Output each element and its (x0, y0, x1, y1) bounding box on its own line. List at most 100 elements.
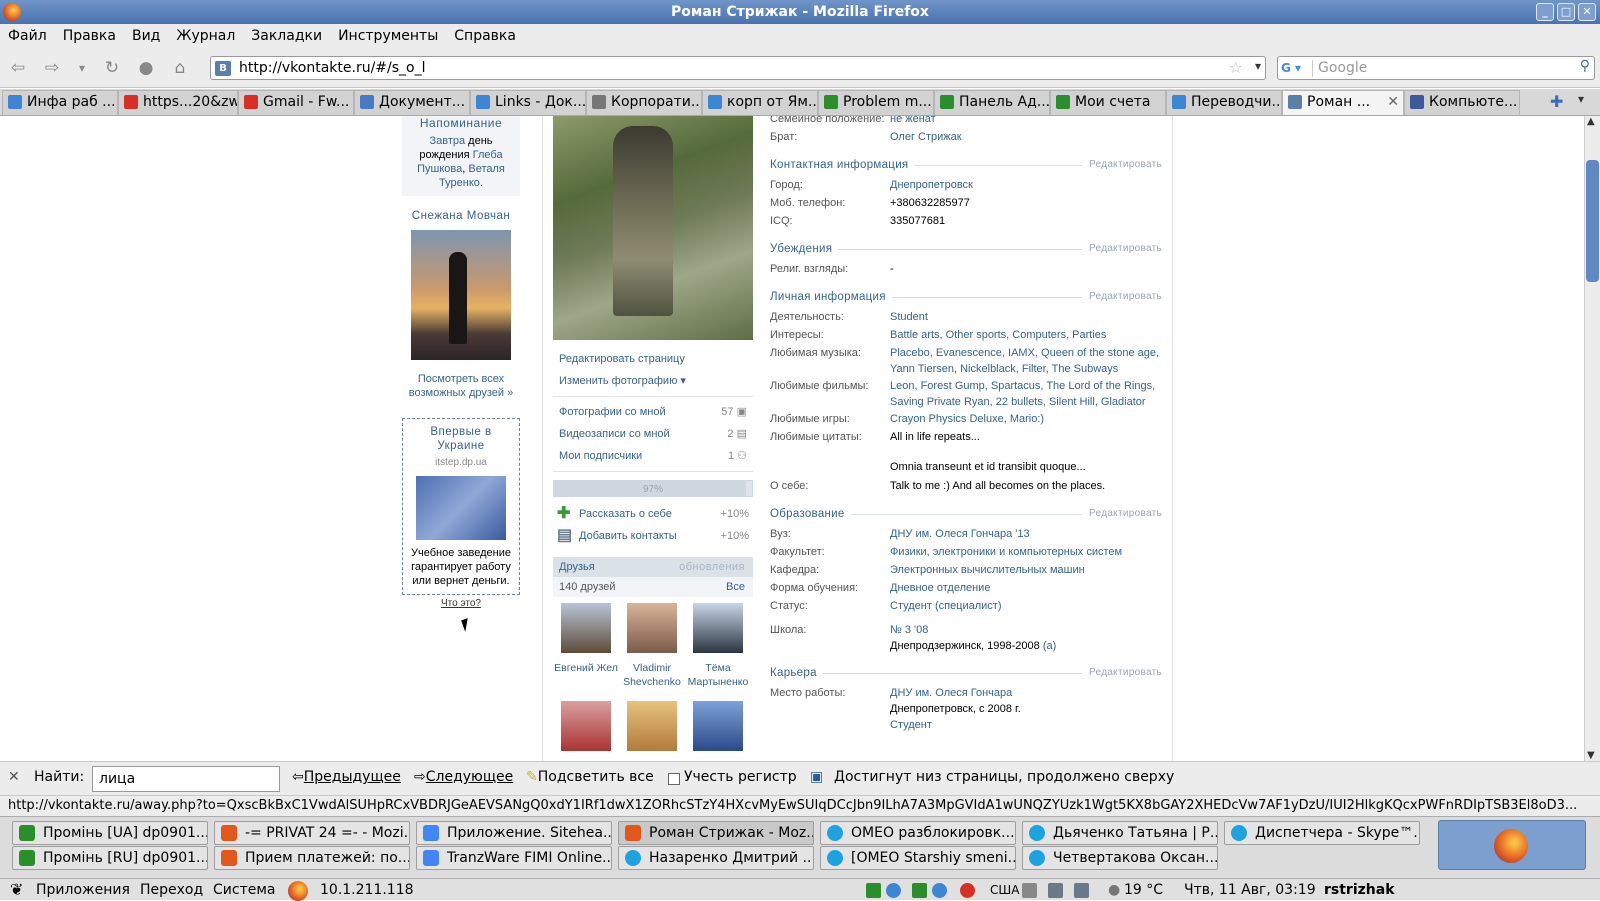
workplace-link[interactable]: ДНУ им. Олеся Гончара (890, 685, 1162, 701)
volume-icon[interactable] (1022, 883, 1037, 898)
terminal-tray-icon[interactable] (912, 883, 927, 898)
taskbar-item[interactable]: [OMEO Starshiy smeni... (820, 846, 1016, 870)
temperature[interactable]: 19 °C (1124, 879, 1163, 901)
study-status-link[interactable]: Студент (специалист) (890, 597, 1162, 614)
tab[interactable]: https...20&zw (118, 90, 238, 115)
friend-avatar[interactable] (627, 603, 677, 653)
tab[interactable]: Корпорати... (586, 90, 702, 115)
find-previous-button[interactable]: ⇦Предыдущее (292, 769, 401, 785)
menu-help[interactable]: Справка (446, 24, 524, 48)
keyboard-layout[interactable]: США (990, 879, 1019, 901)
faculty-link[interactable]: Физики, электроники и компьютерных систе… (890, 543, 1162, 560)
firefox-launcher[interactable] (1438, 820, 1586, 870)
user-name[interactable]: rstrizhak (1324, 879, 1395, 901)
change-photo-link[interactable]: Изменить фотографию ▾ (553, 370, 753, 392)
taskbar-item-active[interactable]: Роман Стрижак - Moz... (618, 821, 814, 845)
battery-icon[interactable] (1074, 883, 1089, 898)
network-tray-icon[interactable] (932, 883, 947, 898)
profile-photo[interactable] (553, 116, 753, 340)
tab-active[interactable]: Роман ... ✕ (1282, 90, 1404, 115)
taskbar-item[interactable]: Промінь [RU] dp0901... (12, 846, 208, 870)
scroll-down-icon[interactable]: ▼ (1587, 750, 1595, 761)
taskbar-item[interactable]: OMEO разблокировк... (820, 821, 1016, 845)
edit-career-link[interactable]: Редактировать (1083, 662, 1162, 684)
activity-link[interactable]: Student (890, 308, 1162, 325)
scrollbar-thumb[interactable] (1586, 160, 1599, 282)
position-link[interactable]: Студент (890, 717, 1162, 733)
tab[interactable]: Компьюте... (1404, 90, 1520, 115)
system-menu[interactable]: Система (213, 879, 275, 901)
tab[interactable]: Панель Ад... (934, 90, 1050, 115)
friend-avatar[interactable] (627, 701, 677, 751)
menu-edit[interactable]: Правка (55, 24, 124, 48)
home-icon[interactable]: ⌂ (168, 57, 192, 79)
brother-link[interactable]: Олег Стрижак (890, 128, 1162, 145)
gnome-foot-icon[interactable]: ❦ (10, 879, 23, 901)
city-link[interactable]: Днепропетровск (890, 176, 1162, 193)
menu-view[interactable]: Вид (124, 24, 168, 48)
friend-name[interactable]: Vladimir Shevchenko (619, 661, 685, 689)
network-tray-icon[interactable] (886, 883, 901, 898)
back-icon[interactable]: ⇦ (6, 57, 30, 79)
family-status-value[interactable]: не женат (890, 116, 1162, 127)
music-links[interactable]: Placebo, Evanescence, IAMX, Queen of the… (890, 344, 1162, 377)
taskbar-item[interactable]: TranzWare FIMI Online... (416, 846, 612, 870)
see-all-friends-link[interactable]: Посмотреть всех возможных друзей » (402, 372, 520, 400)
match-case-label[interactable]: Учесть регистр (684, 769, 797, 785)
school-link[interactable]: № 3 '08 (890, 622, 1162, 638)
search-placeholder[interactable]: Google (1318, 60, 1367, 76)
url-bar[interactable]: B http://vkontakte.ru/#/s_o_l ☆ ▾ (210, 56, 1266, 80)
films-links[interactable]: Leon, Forest Gump, Spartacus, The Lord o… (890, 377, 1162, 410)
suggested-friend-name[interactable]: Снежана Мовчан (402, 210, 520, 222)
terminal-tray-icon[interactable] (866, 883, 881, 898)
match-case-checkbox[interactable] (668, 773, 680, 785)
page-scrollbar[interactable]: ▲ ▼ (1584, 116, 1600, 761)
search-bar[interactable]: G ▾ Google ⚲ (1277, 56, 1595, 80)
taskbar-item[interactable]: Назаренко Дмитрий ... (618, 846, 814, 870)
tab[interactable]: Problem m... (818, 90, 934, 115)
school-class-link[interactable]: (a) (1043, 640, 1056, 652)
friend-card[interactable] (685, 701, 751, 759)
edit-personal-link[interactable]: Редактировать (1083, 286, 1162, 308)
ad-title[interactable]: Впервые в Украине (409, 425, 513, 453)
games-links[interactable]: Crayon Physics Deluxe, Mario:) (890, 410, 1162, 427)
friend-avatar[interactable] (693, 603, 743, 653)
scroll-up-icon[interactable]: ▲ (1587, 116, 1595, 127)
tab[interactable]: Инфа раб ... (2, 90, 118, 115)
friends-all-link[interactable]: Все (726, 577, 745, 597)
photos-with-me-link[interactable]: Фотографии со мной 57 ▣ (553, 401, 753, 423)
maximize-button[interactable]: □ (1557, 3, 1575, 21)
edit-page-link[interactable]: Редактировать страницу (553, 348, 753, 370)
history-dropdown-icon[interactable]: ▾ (70, 57, 94, 79)
tell-about-yourself-link[interactable]: ✚ Рассказать о себе +10% (553, 503, 753, 525)
applications-menu[interactable]: Приложения (36, 879, 130, 901)
stop-icon[interactable]: ● (134, 57, 158, 79)
taskbar-item[interactable]: -= PRIVAT 24 =- - Mozi... (214, 821, 410, 845)
friend-card[interactable]: Евгений Жел (553, 603, 619, 689)
friend-avatar[interactable] (561, 701, 611, 751)
friend-card[interactable]: Тёма Мартыненко (685, 603, 751, 689)
friend-name[interactable]: Тёма Мартыненко (685, 661, 751, 689)
url-dropdown-icon[interactable]: ▾ (1255, 59, 1261, 73)
forward-icon[interactable]: ⇨ (40, 57, 64, 79)
edit-beliefs-link[interactable]: Редактировать (1083, 238, 1162, 260)
notification-tray-icon[interactable] (960, 883, 975, 898)
friend-card[interactable] (619, 701, 685, 759)
clock[interactable]: Чтв, 11 Авг, 03:19 (1184, 879, 1316, 901)
university-link[interactable]: ДНУ им. Олеся Гончара '13 (890, 525, 1162, 542)
taskbar-item[interactable]: Приложение. Siteheа... (416, 821, 612, 845)
highlight-all-button[interactable]: ✎Подсветить все (526, 769, 654, 785)
list-tabs-icon[interactable]: ▾ (1578, 92, 1584, 106)
places-menu[interactable]: Переход (140, 879, 203, 901)
new-tab-icon[interactable]: ✚ (1550, 92, 1563, 111)
find-input-value[interactable]: лица (99, 771, 135, 787)
department-link[interactable]: Электронных вычислительных машин (890, 561, 1162, 578)
taskbar-item[interactable]: Прием платежей: по... (214, 846, 410, 870)
friends-header[interactable]: Друзья обновления (553, 557, 753, 577)
network-icon[interactable] (1048, 883, 1063, 898)
ad-box[interactable]: Впервые в Украине itstep.dp.ua Учебное з… (402, 418, 520, 595)
search-engine-icon[interactable]: G ▾ (1281, 60, 1313, 77)
tab[interactable]: корп от Ям... (702, 90, 818, 115)
close-button[interactable]: ✕ (1578, 3, 1596, 21)
find-input[interactable]: лица (92, 766, 280, 792)
